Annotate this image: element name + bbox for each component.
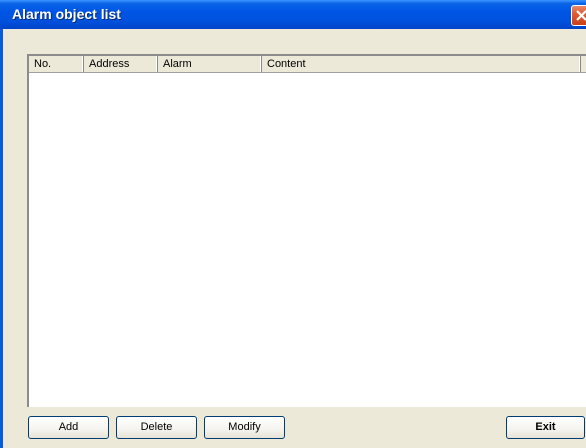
column-header-content[interactable]: Content: [262, 56, 581, 72]
listview-body[interactable]: [29, 73, 586, 407]
exit-button[interactable]: Exit: [506, 416, 585, 439]
title-bar[interactable]: Alarm object list: [0, 0, 586, 29]
listview-header: No. Address Alarm Content: [29, 56, 586, 73]
column-header-address[interactable]: Address: [84, 56, 158, 72]
close-button[interactable]: [571, 5, 586, 26]
window-title: Alarm object list: [12, 6, 121, 22]
column-header-alarm[interactable]: Alarm: [158, 56, 262, 72]
add-button[interactable]: Add: [28, 416, 109, 439]
delete-button[interactable]: Delete: [116, 416, 197, 439]
column-header-no[interactable]: No.: [29, 56, 84, 72]
modify-button[interactable]: Modify: [204, 416, 285, 439]
alarm-object-list-window: Alarm object list No. Address Alarm Cont…: [0, 0, 586, 448]
close-icon: [576, 10, 586, 21]
alarm-object-listview[interactable]: No. Address Alarm Content: [27, 54, 586, 407]
